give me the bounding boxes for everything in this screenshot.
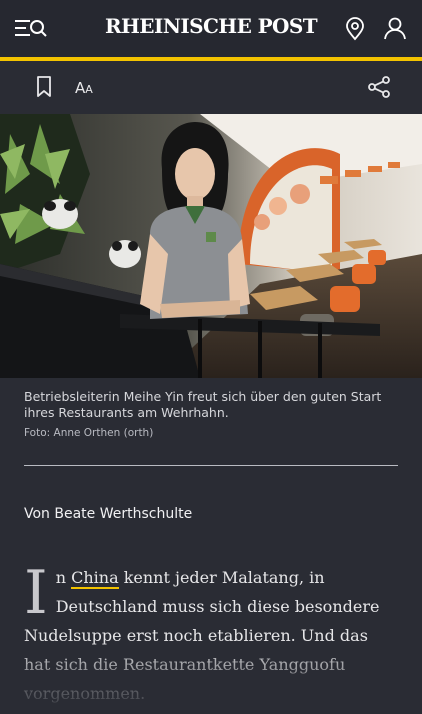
article-body: In China kennt jeder Malatang, in Deutsc…	[24, 563, 398, 708]
article-author: Von Beate Werthschulte	[24, 506, 193, 522]
top-bar: RHEINISCHE POST	[0, 0, 422, 57]
article-text-start: n	[55, 568, 72, 587]
user-icon[interactable]	[383, 16, 407, 40]
divider	[24, 465, 398, 466]
article-toolbar	[0, 61, 422, 114]
article-hero-image[interactable]	[0, 114, 422, 378]
topic-link-china[interactable]: China	[71, 568, 119, 589]
text-size-icon[interactable]: AA	[75, 79, 93, 97]
drop-cap: I	[24, 558, 48, 628]
photo-credit: Foto: Anne Orthen (orth)	[24, 427, 154, 439]
location-icon[interactable]	[345, 17, 365, 41]
bookmark-icon[interactable]	[36, 76, 52, 98]
share-icon[interactable]	[367, 76, 391, 98]
image-caption: Betriebsleiterin Meihe Yin freut sich üb…	[24, 389, 382, 420]
